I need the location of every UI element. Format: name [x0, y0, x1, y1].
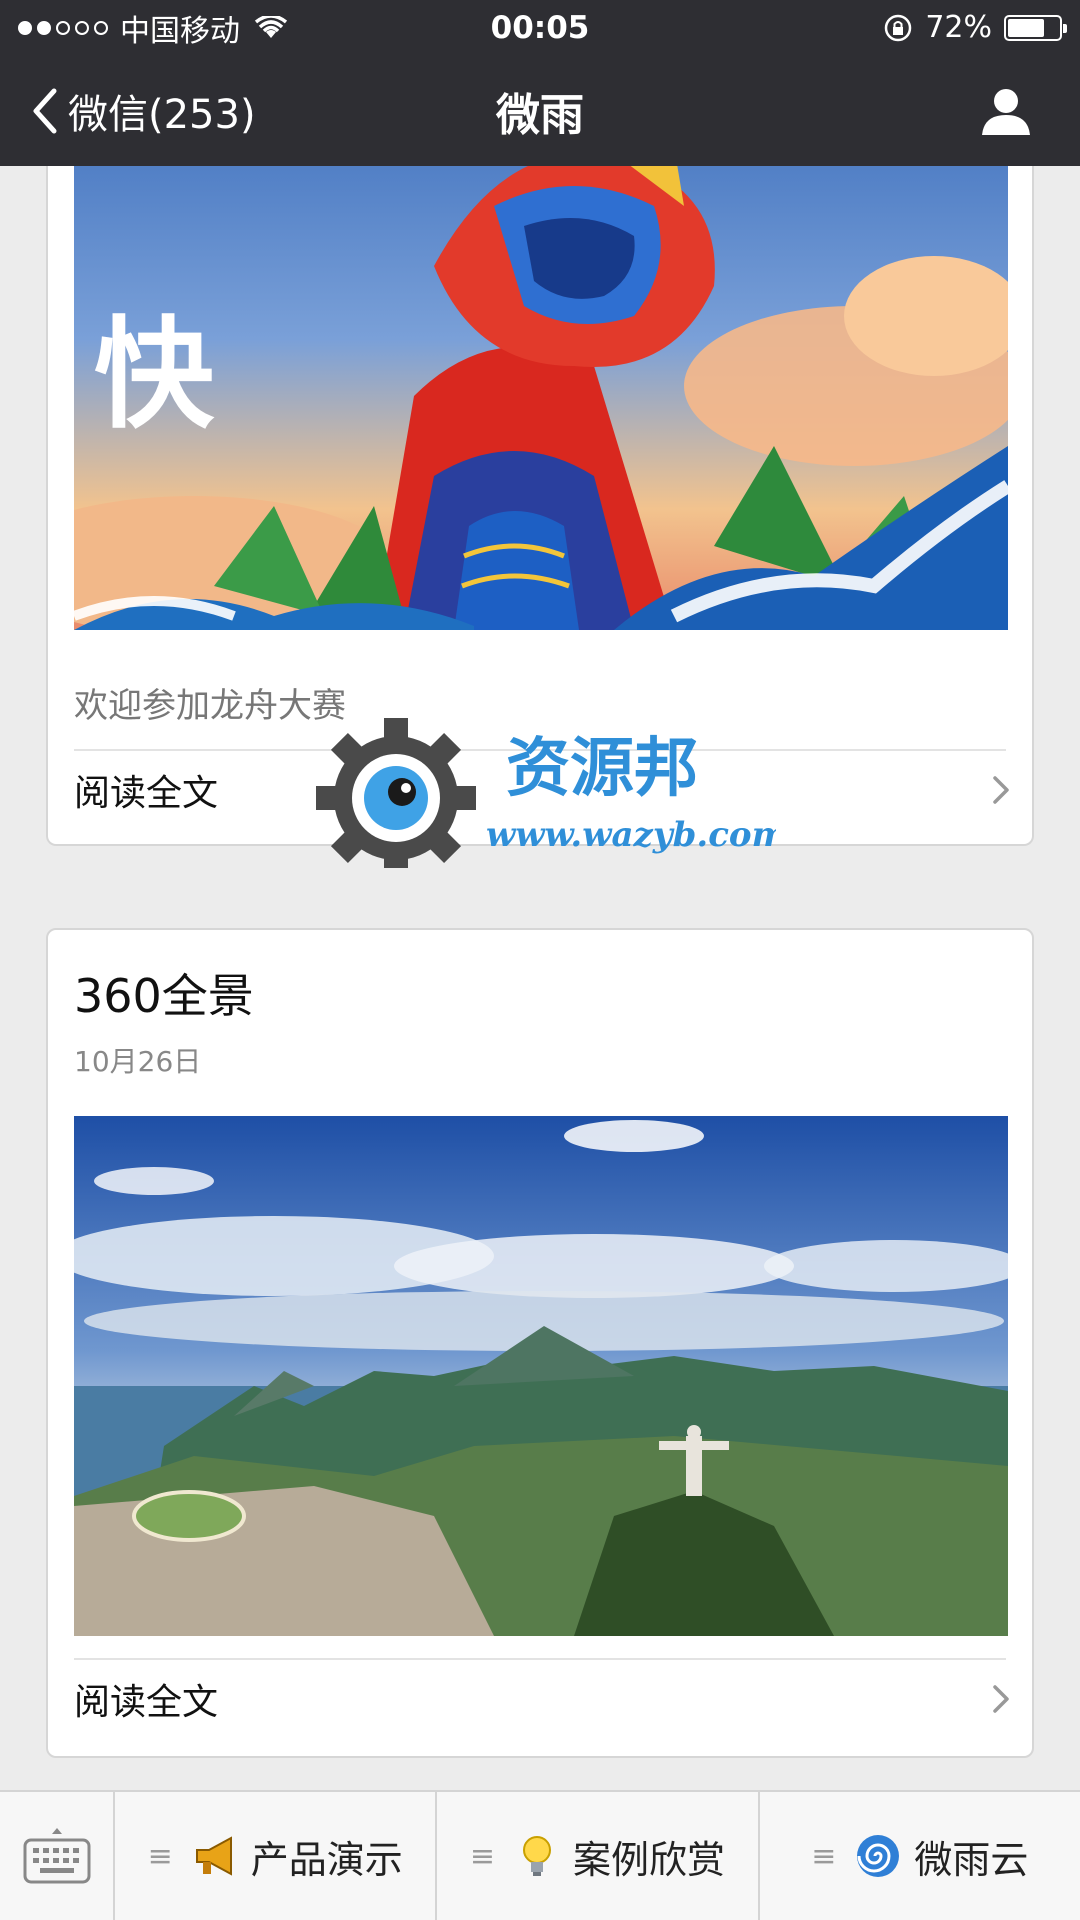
- menu-lines-icon: ≡: [811, 1838, 837, 1874]
- status-bar: 中国移动 00:05 72%: [0, 0, 1080, 55]
- menu-item-case-showcase[interactable]: ≡ 案例欣赏: [437, 1792, 760, 1920]
- dragon-boat-banner-image[interactable]: 快: [74, 166, 1008, 630]
- banner-brush-text: 快: [94, 306, 215, 445]
- article-title: 360全景: [74, 969, 254, 1023]
- chevron-left-icon: [33, 88, 57, 133]
- battery-percent: 72%: [925, 10, 992, 45]
- lightbulb-icon: [523, 1836, 552, 1876]
- dragon-boat-illustration: 快: [74, 166, 1008, 630]
- bottom-menu: ≡ 产品演示 ≡ 案例欣赏 ≡ 微雨云: [0, 1790, 1080, 1920]
- menu-item-label: 案例欣赏: [573, 1837, 726, 1882]
- article-summary: 欢迎参加龙舟大赛: [74, 686, 346, 726]
- battery-icon: [1004, 14, 1067, 41]
- divider: [74, 1658, 1006, 1660]
- read-more-link[interactable]: 阅读全文: [74, 1661, 1010, 1737]
- panorama-banner-image[interactable]: [74, 1116, 1008, 1636]
- menu-item-product-demo[interactable]: ≡ 产品演示: [115, 1792, 438, 1920]
- menu-lines-icon: ≡: [147, 1838, 173, 1874]
- back-button[interactable]: 微信(253): [30, 55, 256, 166]
- rotation-lock-icon: [885, 14, 912, 41]
- watermark-logo: 资源邦 www.wazyb.com: [316, 718, 776, 868]
- keyboard-icon: [23, 1828, 90, 1884]
- chevron-right-icon: [993, 1685, 1009, 1713]
- read-more-label: 阅读全文: [74, 1682, 219, 1723]
- signal-strength-icon: [18, 20, 108, 35]
- article-list: 快 欢迎参加龙舟大赛 阅读全文 360全景 10月26日 阅读全文: [0, 166, 1080, 1790]
- watermark-name: 资源邦: [506, 731, 698, 806]
- back-label: 微信(253): [68, 91, 256, 138]
- profile-icon[interactable]: [980, 85, 1032, 137]
- nav-bar: 微信(253) 微雨: [0, 55, 1080, 166]
- article-card[interactable]: 360全景 10月26日 阅读全文: [46, 928, 1034, 1758]
- menu-item-weiyu-cloud[interactable]: ≡ 微雨云: [760, 1792, 1080, 1920]
- wifi-icon: [254, 15, 288, 38]
- menu-item-label: 产品演示: [250, 1837, 403, 1882]
- read-more-label: 阅读全文: [74, 773, 219, 814]
- carrier-name: 中国移动: [120, 13, 240, 49]
- article-date: 10月26日: [74, 1045, 202, 1078]
- megaphone-icon: [195, 1836, 232, 1876]
- spiral-icon: [857, 1835, 900, 1877]
- menu-item-label: 微雨云: [914, 1837, 1029, 1882]
- watermark-url: www.wazyb.com: [486, 815, 776, 855]
- chevron-right-icon: [993, 776, 1009, 804]
- menu-lines-icon: ≡: [469, 1838, 496, 1874]
- keyboard-toggle-button[interactable]: [0, 1792, 115, 1920]
- rio-panorama-photo: [74, 1116, 1008, 1636]
